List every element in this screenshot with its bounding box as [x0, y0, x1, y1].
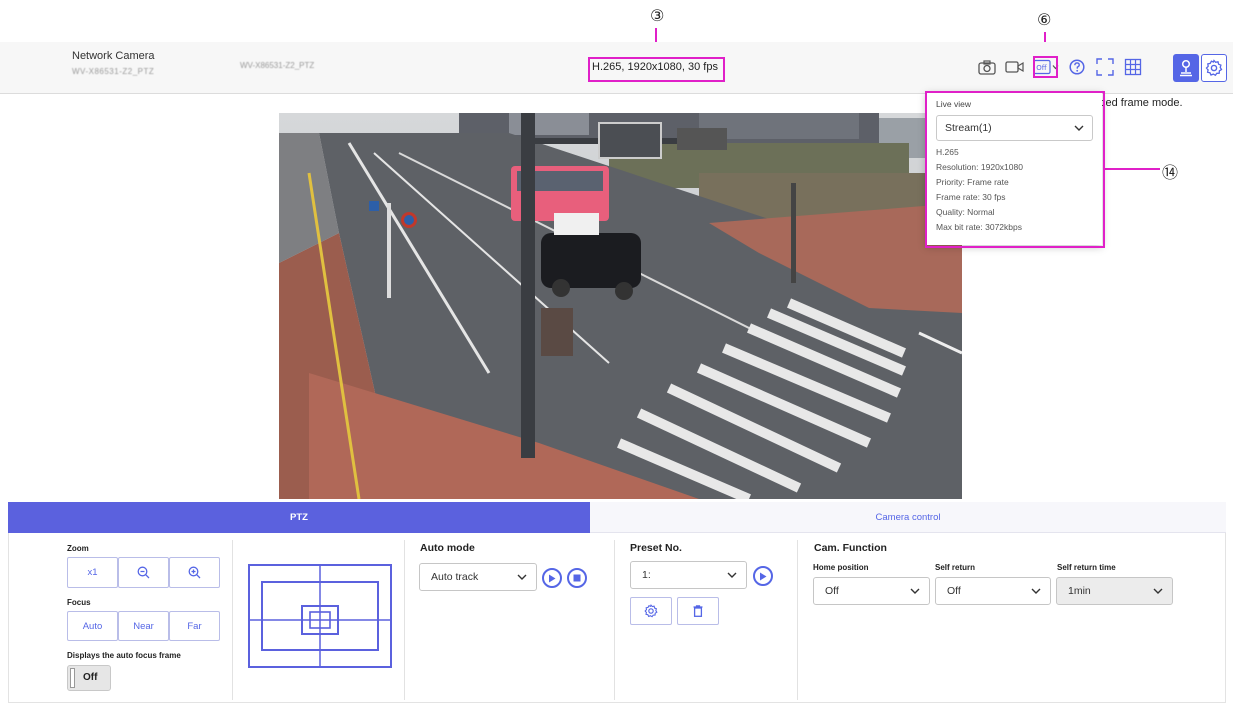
stop-icon: [573, 574, 581, 582]
stream-select[interactable]: Stream(1): [936, 115, 1093, 141]
callout-14: ⑭: [1162, 163, 1179, 182]
zoom-in-button[interactable]: [169, 557, 220, 588]
tab-camera-control[interactable]: Camera control: [590, 502, 1226, 533]
preset-go-button[interactable]: [753, 566, 773, 586]
divider-2: [404, 540, 405, 700]
chevron-down-icon: [910, 588, 920, 594]
codec: H.265: [936, 147, 959, 157]
video-record-icon[interactable]: [1005, 57, 1025, 77]
auto-focus-frame-label: Displays the auto focus frame: [67, 651, 181, 660]
app-title: Network Camera: [72, 50, 155, 62]
toggle-knob: [70, 668, 75, 688]
play-icon: [549, 574, 556, 582]
self-return-time-select[interactable]: 1min: [1056, 577, 1173, 605]
self-return-time-label: Self return time: [1057, 563, 1116, 572]
chevron-down-icon: [1031, 588, 1041, 594]
stream-details: H.265 Resolution: 1920x1080 Priority: Fr…: [936, 145, 1092, 235]
ptz-grid: [250, 566, 390, 666]
user-icon: [1180, 59, 1192, 77]
auto-mode-stop-button[interactable]: [567, 568, 587, 588]
help-icon[interactable]: [1067, 57, 1087, 77]
fullscreen-icon[interactable]: [1095, 57, 1115, 77]
model-name: WV-X86531-Z2_PTZ: [72, 67, 155, 76]
stream-info: H.265, 1920x1080, 30 fps: [592, 61, 718, 73]
preset-label: Preset No.: [630, 542, 682, 554]
user-button[interactable]: [1173, 54, 1199, 82]
grid-icon[interactable]: [1123, 57, 1143, 77]
toolbar-icons: Off: [977, 56, 1151, 78]
live-view-title: Live view: [936, 99, 971, 109]
focus-near-button[interactable]: Near: [118, 611, 169, 641]
chevron-down-icon: [1153, 588, 1163, 594]
frame-rate: Frame rate: 30 fps: [936, 192, 1006, 202]
chevron-down-icon: [1074, 125, 1084, 131]
settings-button[interactable]: [1201, 54, 1227, 82]
home-position-label: Home position: [813, 563, 869, 572]
callout-3: ③: [650, 6, 665, 25]
self-return-select[interactable]: Off: [935, 577, 1051, 605]
chevron-down-icon: [727, 572, 737, 578]
divider-3: [614, 540, 615, 700]
home-position-select[interactable]: Off: [813, 577, 930, 605]
auto-focus-frame-toggle[interactable]: Off: [67, 665, 111, 691]
off-dropdown-icon[interactable]: Off: [1033, 57, 1059, 77]
max-bit-rate: Max bit rate: 3072kbps: [936, 222, 1022, 232]
gear-icon: [644, 604, 658, 618]
preset-delete-button[interactable]: [677, 597, 719, 625]
camera-name: WV-X86531-Z2_PTZ: [240, 61, 315, 70]
street-scene-image: [279, 113, 962, 499]
auto-mode-value: Auto track: [431, 571, 479, 583]
preset-select[interactable]: 1:: [630, 561, 747, 589]
home-position-value: Off: [825, 585, 839, 597]
self-return-value: Off: [947, 585, 961, 597]
priority: Priority: Frame rate: [936, 177, 1009, 187]
brand: Network Camera WV-X86531-Z2_PTZ: [72, 50, 155, 76]
trash-icon: [693, 605, 703, 617]
zoom-label: Zoom: [67, 544, 89, 553]
callout-14-leader: [1104, 168, 1160, 170]
callout-6: ⑥: [1037, 10, 1052, 29]
top-bar: Network Camera WV-X86531-Z2_PTZ WV-X8653…: [0, 42, 1233, 94]
auto-mode-select[interactable]: Auto track: [419, 563, 537, 591]
play-icon: [760, 572, 767, 580]
gear-icon: [1205, 59, 1223, 77]
self-return-label: Self return: [935, 563, 976, 572]
preset-value: 1:: [642, 569, 651, 581]
chevron-down-icon: [517, 574, 527, 580]
stream-select-value: Stream(1): [945, 122, 992, 134]
zoom-out-button[interactable]: [118, 557, 169, 588]
focus-label: Focus: [67, 598, 91, 607]
tab-ptz[interactable]: PTZ: [8, 502, 590, 533]
focus-auto-button[interactable]: Auto: [67, 611, 118, 641]
cam-function-label: Cam. Function: [814, 542, 887, 554]
quality: Quality: Normal: [936, 207, 995, 217]
ptz-control-pad[interactable]: [248, 564, 392, 668]
zoom-x1-button[interactable]: x1: [67, 557, 118, 588]
divider-4: [797, 540, 798, 700]
off-badge-text: Off: [1036, 64, 1047, 72]
divider-1: [232, 540, 233, 700]
camera-snapshot-icon[interactable]: [977, 57, 997, 77]
live-view-popup: Live view Stream(1) H.265 Resolution: 19…: [926, 92, 1102, 245]
resolution: Resolution: 1920x1080: [936, 162, 1023, 172]
focus-far-button[interactable]: Far: [169, 611, 220, 641]
auto-mode-start-button[interactable]: [542, 568, 562, 588]
advanced-frame-mode-text: ced frame mode.: [1100, 97, 1183, 109]
live-video[interactable]: [279, 113, 962, 499]
self-return-time-value: 1min: [1068, 585, 1091, 597]
zoom-out-icon: [137, 566, 150, 579]
auto-mode-label: Auto mode: [420, 542, 475, 554]
zoom-in-icon: [188, 566, 201, 579]
preset-settings-button[interactable]: [630, 597, 672, 625]
auto-focus-frame-value: Off: [83, 672, 98, 683]
